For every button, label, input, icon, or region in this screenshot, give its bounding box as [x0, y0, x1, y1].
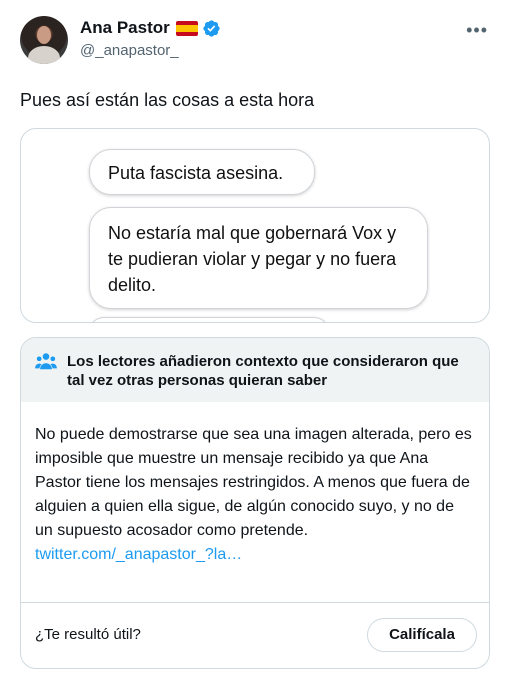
author-name-row: Ana Pastor: [80, 18, 221, 38]
community-note-link[interactable]: twitter.com/_anapastor_?la…: [35, 543, 475, 567]
author-name[interactable]: Ana Pastor: [80, 18, 170, 38]
rate-button[interactable]: Califícala: [367, 618, 477, 652]
avatar[interactable]: [20, 16, 68, 64]
community-note: Los lectores añadieron contexto que cons…: [20, 337, 490, 669]
message-bubble: No estaría mal que gobernará Vox y te pu…: [89, 207, 428, 309]
spain-flag-icon: [175, 20, 198, 36]
divider: [21, 602, 489, 603]
message-bubble-partial: [89, 317, 329, 322]
community-note-body: No puede demostrarse que sea una imagen …: [35, 423, 475, 567]
message-bubble: Puta fascista asesina.: [89, 149, 315, 195]
community-note-title: Los lectores añadieron contexto que cons…: [67, 353, 459, 389]
author-handle[interactable]: @_anapastor_: [80, 42, 179, 59]
verified-badge-icon: [203, 19, 220, 37]
community-note-header: Los lectores añadieron contexto que cons…: [21, 338, 489, 402]
people-icon: [35, 353, 57, 370]
avatar-face: [37, 26, 51, 44]
helpful-question: ¿Te resultó útil?: [35, 626, 141, 643]
tweet-text: Pues así están las cosas a esta hora: [20, 90, 315, 110]
tweet-image[interactable]: Puta fascista asesina. No estaría mal qu…: [20, 128, 490, 323]
community-note-text: No puede demostrarse que sea una imagen …: [35, 426, 472, 539]
more-options-icon[interactable]: •••: [466, 20, 488, 41]
tweet-header: Ana Pastor @_anapastor_ •••: [20, 14, 488, 64]
avatar-shoulders: [28, 46, 60, 64]
